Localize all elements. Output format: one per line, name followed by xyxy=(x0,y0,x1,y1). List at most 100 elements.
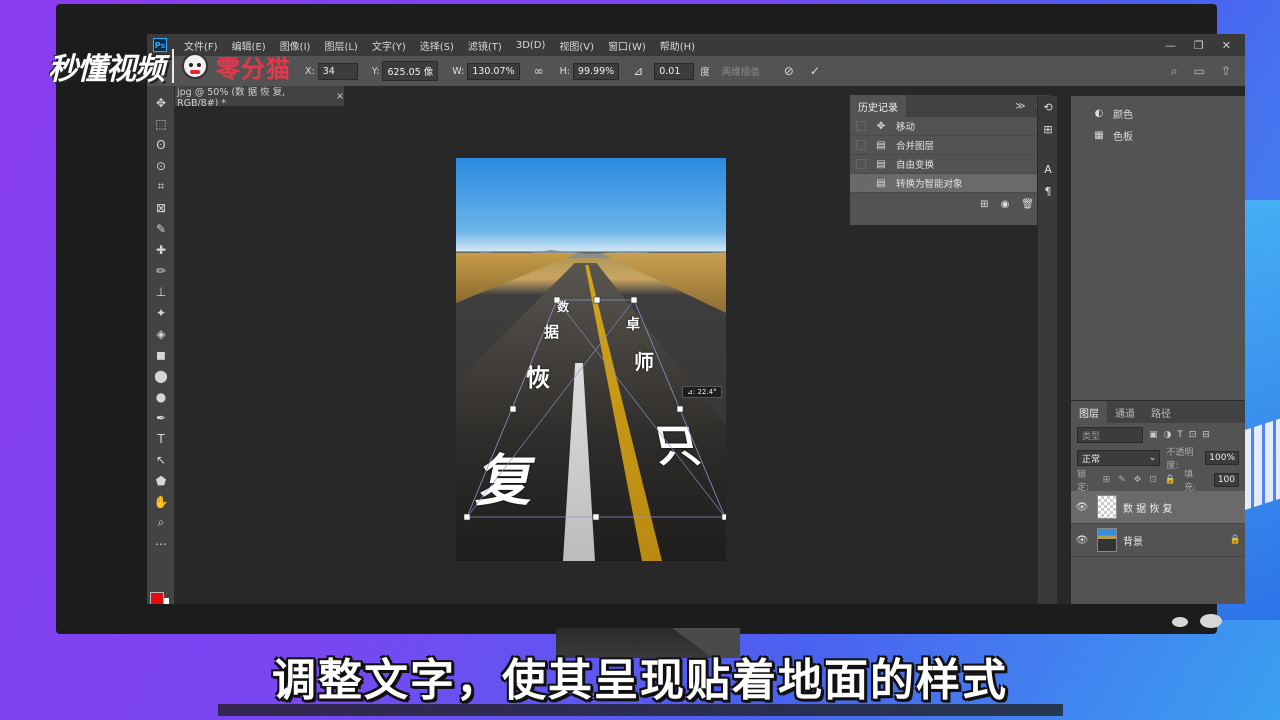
menu-help[interactable]: 帮助(H) xyxy=(653,38,702,53)
height-input[interactable]: 99.99% xyxy=(572,62,620,80)
hand-tool-icon[interactable]: ✋ xyxy=(147,491,175,512)
interpolation-option[interactable]: 两维插值 xyxy=(722,64,760,78)
eye-icon[interactable]: 👁 xyxy=(1071,535,1093,546)
w-label: W: xyxy=(452,65,465,77)
gradient-tool-icon[interactable]: ◼ xyxy=(147,344,175,365)
restore-icon[interactable]: ❐ xyxy=(1194,39,1204,52)
swatches-icon: ▦ xyxy=(1094,129,1104,141)
snapshot-icon[interactable]: ◉ xyxy=(1001,199,1010,210)
fill-input[interactable]: 100 xyxy=(1213,473,1239,487)
layer-row-background[interactable]: 👁 背景 🔒 xyxy=(1071,524,1245,557)
workspace-icon[interactable]: ▭ xyxy=(1194,64,1205,79)
layer-filter-input[interactable]: 类型 xyxy=(1077,427,1143,443)
eye-icon[interactable]: 👁 xyxy=(1071,502,1093,513)
trash-icon[interactable]: 🗑 xyxy=(1021,199,1034,210)
lock-pixels-icon[interactable]: ✎ xyxy=(1118,475,1126,485)
more-tools-icon[interactable]: ⋯ xyxy=(147,533,175,554)
eyedropper-tool-icon[interactable]: ✎ xyxy=(147,218,175,239)
brush-tool-icon[interactable]: ✏ xyxy=(147,260,175,281)
menu-3d[interactable]: 3D(D) xyxy=(509,40,553,51)
fill-label: 填充: xyxy=(1184,470,1197,493)
tab-channels[interactable]: 通道 xyxy=(1107,401,1143,423)
color-panel-item[interactable]: ◐ 颜色 xyxy=(1071,102,1245,124)
history-label: 自由变换 xyxy=(896,160,935,171)
healing-tool-icon[interactable]: ✚ xyxy=(147,239,175,260)
minimize-icon[interactable]: — xyxy=(1165,39,1176,52)
angle-input[interactable]: 0.01 xyxy=(654,62,695,80)
history-row[interactable]: ▤ 合并图层 xyxy=(850,136,1050,155)
zoom-tool-icon[interactable]: ⌕ xyxy=(147,512,175,533)
frame-tool-icon[interactable]: ⊠ xyxy=(147,197,175,218)
history-tab[interactable]: 历史记录 xyxy=(850,95,906,117)
menu-view[interactable]: 视图(V) xyxy=(552,38,601,53)
tab-paths[interactable]: 路径 xyxy=(1143,401,1179,423)
menu-window[interactable]: 窗口(W) xyxy=(601,38,653,53)
cancel-transform-icon[interactable]: ⊘ xyxy=(784,64,794,78)
pixel-filter-icon[interactable]: ▣ xyxy=(1149,430,1158,440)
history-brush-tool-icon[interactable]: ✦ xyxy=(147,302,175,323)
quick-select-tool-icon[interactable]: ⊙ xyxy=(147,155,175,176)
transform-bounding-box[interactable] xyxy=(456,158,726,561)
color-icon: ◐ xyxy=(1094,107,1104,119)
blend-mode-select[interactable]: 正常 ⌄ xyxy=(1077,450,1161,466)
adjustment-filter-icon[interactable]: ◑ xyxy=(1164,430,1172,440)
share-icon[interactable]: ⇧ xyxy=(1221,64,1231,79)
menu-type[interactable]: 文字(Y) xyxy=(365,38,413,53)
close-document-icon[interactable]: × xyxy=(336,91,344,102)
dodge-tool-icon[interactable]: ● xyxy=(147,386,175,407)
blur-tool-icon[interactable]: ⬤ xyxy=(147,365,175,386)
shape-filter-icon[interactable]: ⊡ xyxy=(1189,430,1197,440)
menu-select[interactable]: 选择(S) xyxy=(413,38,461,53)
history-row-selected[interactable]: ▤ 转换为智能对象 xyxy=(850,174,1050,193)
pen-tool-icon[interactable]: ✒ xyxy=(147,407,175,428)
paragraph-panel-icon[interactable]: ¶ xyxy=(1038,180,1058,202)
layer-name: 背景 xyxy=(1123,536,1143,548)
y-input[interactable]: 625.05 像 xyxy=(382,61,439,81)
crop-tool-icon[interactable]: ⌗ xyxy=(147,176,175,197)
commit-transform-icon[interactable]: ✓ xyxy=(810,64,820,78)
chevron-down-icon: ⌄ xyxy=(1148,453,1157,463)
menu-filter[interactable]: 滤镜(T) xyxy=(461,38,509,53)
road-photo[interactable]: 数 据 恢 复 卓 师 只 ⊿: 22.4° xyxy=(456,158,726,561)
collapse-icon[interactable]: ≫ xyxy=(1015,101,1025,112)
marquee-tool-icon[interactable]: ⬚ xyxy=(147,113,175,134)
smart-filter-icon[interactable]: ⊟ xyxy=(1202,430,1210,440)
document-icon: ▤ xyxy=(876,158,886,170)
history-row[interactable]: ✥ 移动 xyxy=(850,117,1050,136)
path-select-tool-icon[interactable]: ↖ xyxy=(147,449,175,470)
document-icon: ▤ xyxy=(876,139,886,151)
lock-transparent-icon[interactable]: ⊞ xyxy=(1103,475,1111,485)
foreground-color-swatch[interactable] xyxy=(150,592,164,604)
color-label: 颜色 xyxy=(1113,109,1133,121)
panel-icon-strip: ⟲ ⊞ A ¶ xyxy=(1037,96,1057,604)
menu-layer[interactable]: 图层(L) xyxy=(317,38,364,53)
stamp-tool-icon[interactable]: ⊥ xyxy=(147,281,175,302)
lasso-tool-icon[interactable]: ʘ xyxy=(147,134,175,155)
type-filter-icon[interactable]: T xyxy=(1177,430,1183,440)
document-tab[interactable]: jpg @ 50% (数 据 恢 复, RGB/8#) * × xyxy=(175,86,345,109)
search-icon[interactable]: ⌕ xyxy=(1171,64,1178,79)
opacity-input[interactable]: 100% xyxy=(1205,451,1239,465)
watermark-brand: 秒懂视频 xyxy=(48,52,165,87)
character-panel-icon[interactable]: A xyxy=(1038,158,1058,180)
link-icon[interactable]: ∞ xyxy=(534,64,544,78)
history-panel-icon[interactable]: ⟲ xyxy=(1038,96,1058,118)
swatches-panel-item[interactable]: ▦ 色板 xyxy=(1071,124,1245,146)
lock-position-icon[interactable]: ✥ xyxy=(1134,475,1142,485)
new-document-from-state-icon[interactable]: ⊞ xyxy=(980,199,988,210)
lock-artboard-icon[interactable]: ⊡ xyxy=(1149,475,1157,485)
tab-layers[interactable]: 图层 xyxy=(1071,401,1107,423)
properties-panel-icon[interactable]: ⊞ xyxy=(1038,118,1058,140)
history-row[interactable]: ▤ 自由变换 xyxy=(850,155,1050,174)
layer-row-smart-object[interactable]: 👁 数 据 恢 复 xyxy=(1071,491,1245,524)
eraser-tool-icon[interactable]: ◈ xyxy=(147,323,175,344)
h-label: H: xyxy=(559,65,570,77)
history-check xyxy=(856,178,866,188)
move-tool-icon[interactable]: ✥ xyxy=(147,92,175,113)
type-tool-icon[interactable]: T xyxy=(147,428,175,449)
shape-tool-icon[interactable]: ⬟ xyxy=(147,470,175,491)
close-window-icon[interactable]: ✕ xyxy=(1222,39,1231,52)
width-input[interactable]: 130.07% xyxy=(467,62,520,80)
lock-all-icon[interactable]: 🔒 xyxy=(1165,475,1176,485)
x-input[interactable]: 34 xyxy=(317,62,358,80)
